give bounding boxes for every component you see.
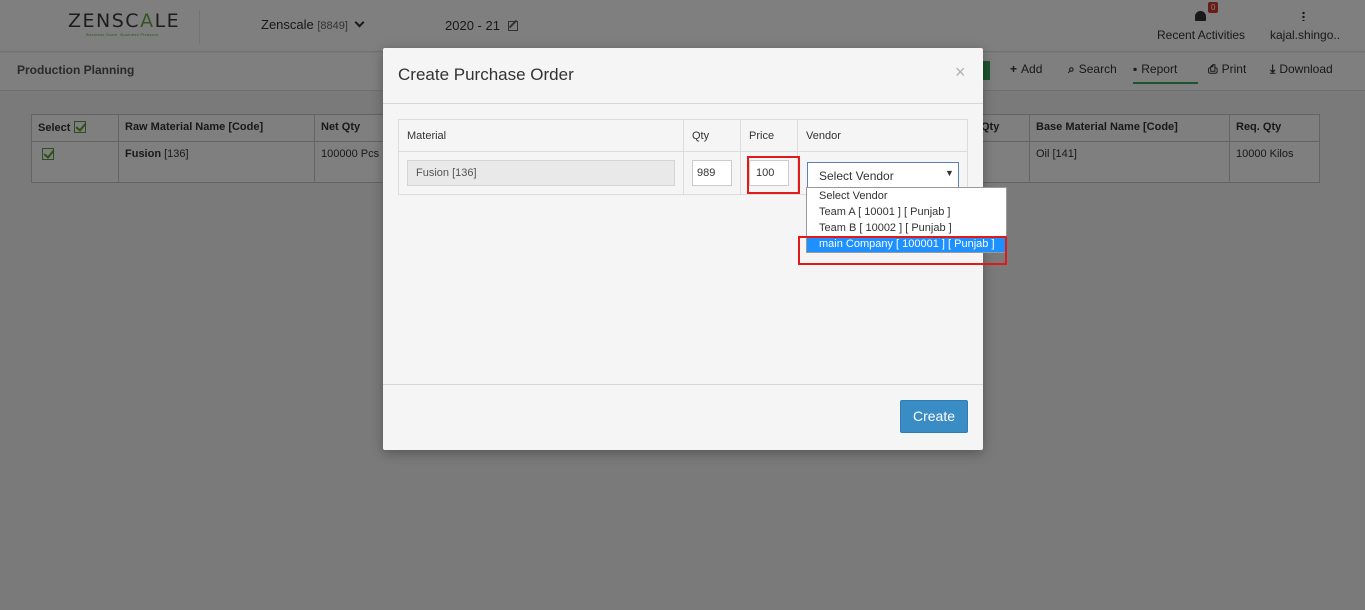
create-button[interactable]: Create <box>900 400 968 433</box>
dropdown-arrow-icon: ▼ <box>945 168 954 178</box>
price-highlight-box <box>747 156 800 194</box>
material-field <box>407 160 675 186</box>
vendor-option[interactable]: Team B [ 10002 ] [ Punjab ] <box>807 220 1006 236</box>
qty-cell <box>683 151 741 195</box>
vendor-select[interactable]: Select Vendor ▼ <box>807 162 959 188</box>
qty-column-header: Qty <box>683 119 741 152</box>
price-column-header: Price <box>740 119 798 152</box>
vendor-highlight-box <box>798 236 1007 265</box>
po-header-row: Material Qty Price Vendor <box>398 119 968 152</box>
qty-input[interactable] <box>692 160 732 186</box>
modal-footer-divider <box>383 384 983 385</box>
close-icon[interactable]: × <box>955 62 966 83</box>
modal-header: Create Purchase Order × <box>383 48 983 104</box>
vendor-option[interactable]: Select Vendor <box>807 188 1006 204</box>
modal-title: Create Purchase Order <box>398 65 574 84</box>
vendor-column-header: Vendor <box>797 119 968 152</box>
material-column-header: Material <box>398 119 684 152</box>
vendor-selected-value: Select Vendor <box>819 169 894 183</box>
vendor-option[interactable]: Team A [ 10001 ] [ Punjab ] <box>807 204 1006 220</box>
material-cell <box>398 151 684 195</box>
